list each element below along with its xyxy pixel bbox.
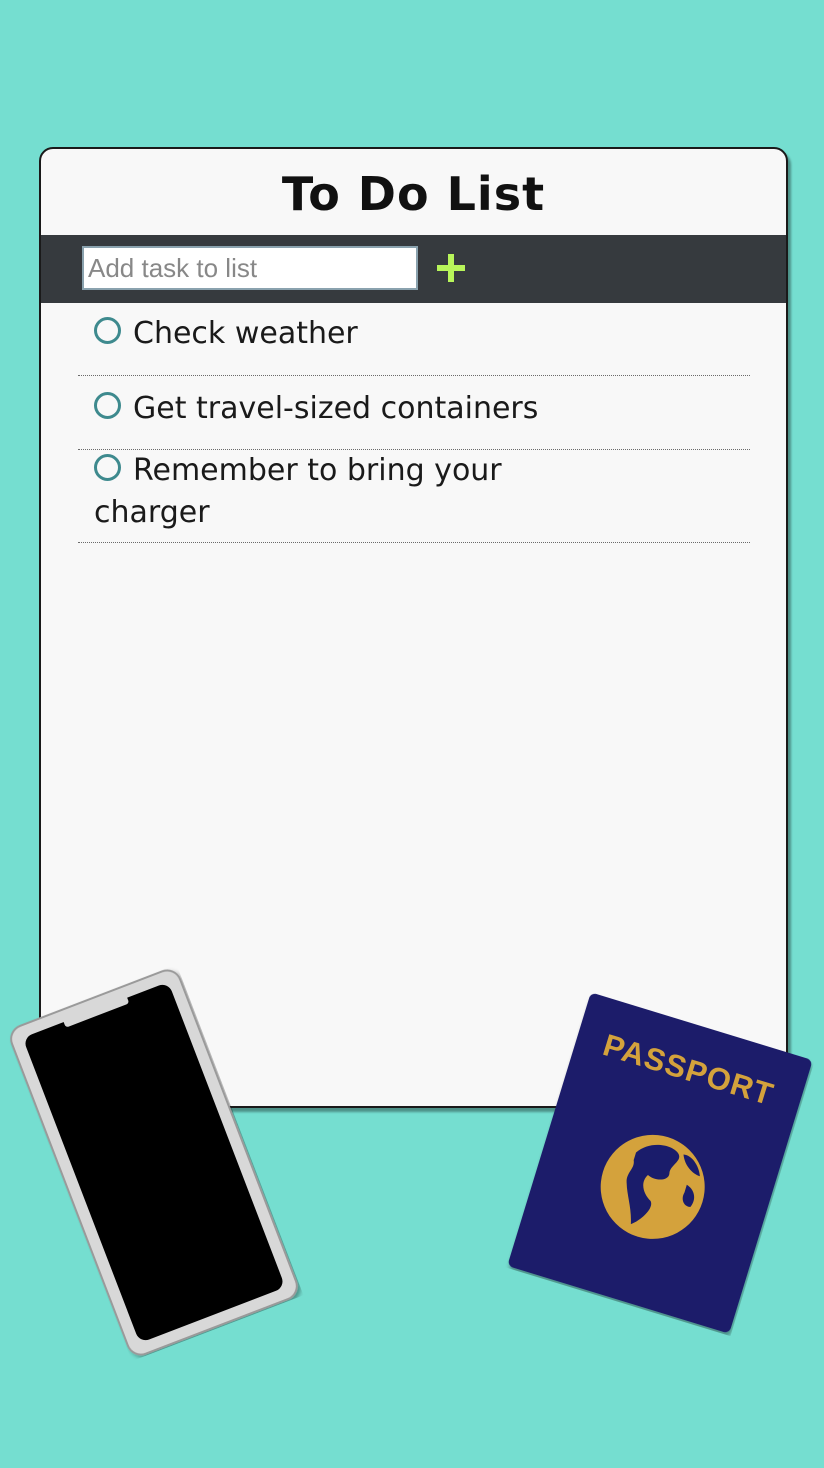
task-item[interactable]: Check weather (78, 303, 750, 376)
page-title: To Do List (281, 167, 546, 221)
task-item[interactable]: Get travel-sized containers (78, 376, 750, 450)
task-label: Check weather (133, 316, 358, 351)
task-label: Get travel-sized containers (133, 391, 539, 426)
todo-card: To Do List Check weather Get travel-size… (39, 147, 788, 1108)
plus-icon (437, 254, 465, 282)
checkbox-circle-icon[interactable] (94, 392, 121, 419)
task-item[interactable]: Remember to bring your charger (78, 450, 750, 543)
task-list: Check weather Get travel-sized container… (78, 303, 750, 543)
checkbox-circle-icon[interactable] (94, 317, 121, 344)
add-task-input[interactable] (82, 246, 418, 290)
checkbox-circle-icon[interactable] (94, 454, 121, 481)
add-task-bar (41, 235, 786, 303)
add-task-button[interactable] (430, 247, 472, 289)
task-label: Remember to bring your charger (94, 453, 502, 530)
